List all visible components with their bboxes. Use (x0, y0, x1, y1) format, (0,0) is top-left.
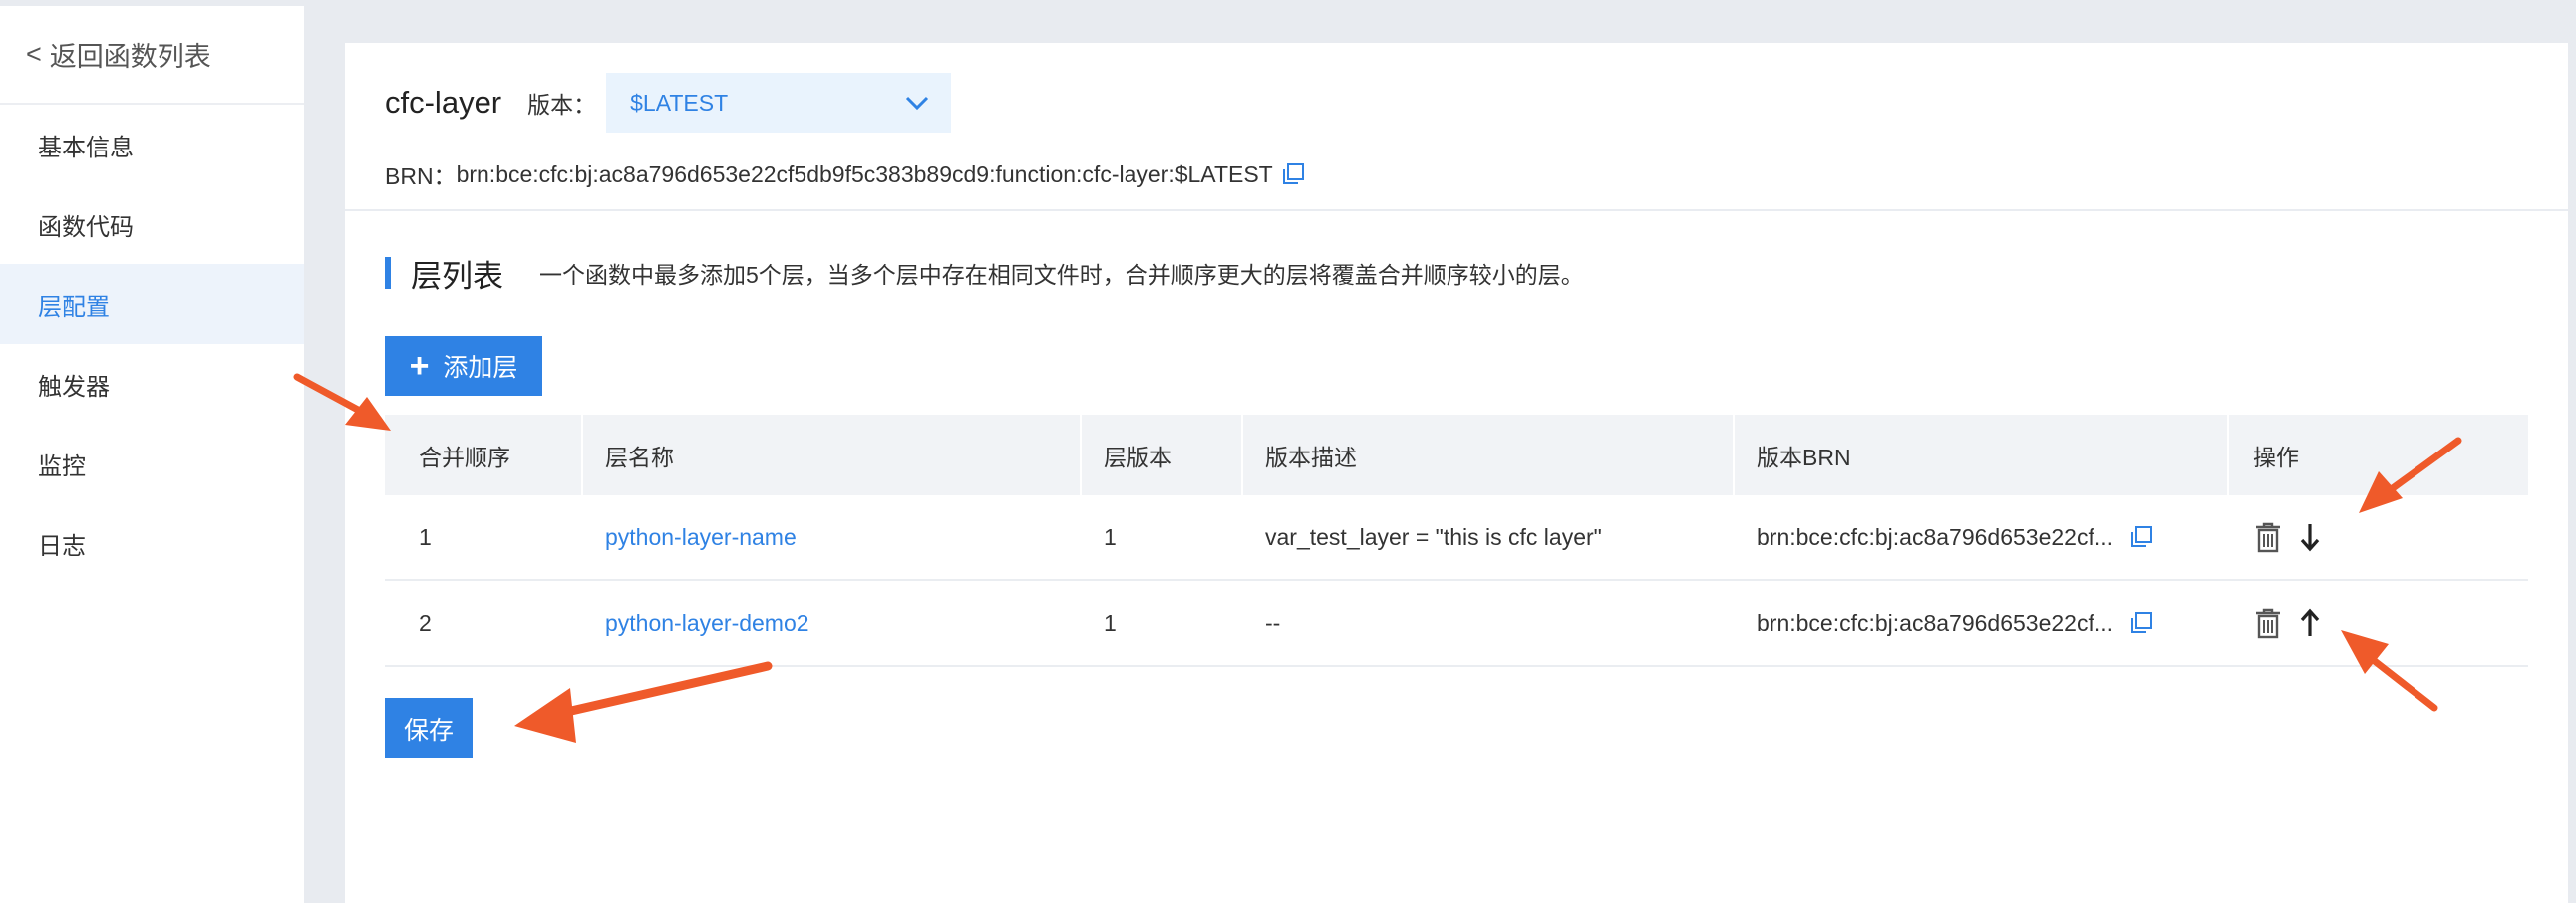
brn-text: brn:bce:cfc:bj:ac8a796d653e22cf... (1757, 609, 2114, 636)
sidebar-item-label: 基本信息 (38, 134, 134, 161)
sidebar-item-label: 触发器 (38, 373, 110, 401)
sidebar-item-logs[interactable]: 日志 (0, 503, 304, 583)
copy-icon[interactable] (2129, 525, 2153, 549)
copy-icon[interactable] (1281, 162, 1305, 186)
sidebar-item-triggers[interactable]: 触发器 (0, 344, 304, 424)
column-header-version: 层版本 (1082, 415, 1243, 495)
sidebar-item-layer-config[interactable]: 层配置 (0, 264, 304, 344)
cell-name: python-layer-name (583, 495, 1082, 579)
section-title: 层列表 (411, 258, 503, 294)
layer-name-link[interactable]: python-layer-name (605, 524, 797, 551)
cell-actions (2229, 581, 2528, 665)
sidebar: < 返回函数列表 基本信息 函数代码 层配置 触发器 监控 日志 (0, 6, 304, 903)
arrow-up-icon[interactable] (2299, 608, 2321, 638)
header-divider (345, 209, 2568, 211)
brn-value: brn:bce:cfc:bj:ac8a796d653e22cf5db9f5c38… (456, 160, 1273, 187)
cell-description: var_test_layer = "this is cfc layer" (1265, 523, 1602, 550)
trash-icon[interactable] (2253, 521, 2283, 553)
version-select[interactable]: $LATEST (606, 73, 952, 133)
main-panel: cfc-layer 版本： $LATEST BRN： brn:bce:cfc:b… (345, 43, 2568, 903)
section-description: 一个函数中最多添加5个层，当多个层中存在相同文件时，合并顺序更大的层将覆盖合并顺… (539, 262, 1584, 288)
cell-version: 1 (1104, 609, 1117, 636)
plus-icon: + (409, 347, 430, 385)
arrow-down-icon[interactable] (2299, 522, 2321, 552)
back-chevron-icon: < (26, 39, 42, 69)
cell-brn: brn:bce:cfc:bj:ac8a796d653e22cf... (1735, 495, 2229, 579)
trash-icon[interactable] (2253, 607, 2283, 639)
cell-brn: brn:bce:cfc:bj:ac8a796d653e22cf... (1735, 581, 2229, 665)
function-header: cfc-layer 版本： $LATEST (385, 73, 952, 133)
cell-order: 1 (419, 523, 432, 550)
cell-name: python-layer-demo2 (583, 581, 1082, 665)
save-button[interactable]: 保存 (385, 698, 473, 758)
function-name: cfc-layer (385, 85, 502, 120)
table-row: 2 python-layer-demo2 1 -- brn:bce:cfc:bj… (385, 581, 2528, 667)
sidebar-item-label: 监控 (38, 452, 86, 480)
cell-version: 1 (1104, 523, 1117, 550)
back-to-function-list-link[interactable]: < 返回函数列表 (0, 6, 304, 105)
section-accent-bar (385, 257, 391, 289)
cell-description: -- (1265, 609, 1281, 636)
chevron-down-icon (905, 90, 929, 117)
sidebar-item-function-code[interactable]: 函数代码 (0, 184, 304, 264)
table-row: 1 python-layer-name 1 var_test_layer = "… (385, 495, 2528, 581)
sidebar-item-monitoring[interactable]: 监控 (0, 424, 304, 503)
column-header-actions: 操作 (2253, 444, 2299, 470)
sidebar-item-label: 日志 (38, 532, 86, 560)
layer-table: 合并顺序 层名称 层版本 版本描述 版本BRN 操作 1 python-laye… (385, 415, 2528, 667)
function-brn: BRN： brn:bce:cfc:bj:ac8a796d653e22cf5db9… (385, 154, 1305, 194)
cell-actions (2229, 495, 2528, 579)
copy-icon[interactable] (2129, 611, 2153, 635)
version-label: 版本： (527, 92, 597, 118)
back-link-label: 返回函数列表 (49, 42, 211, 72)
sidebar-item-label: 层配置 (38, 293, 110, 321)
column-header-name: 层名称 (583, 415, 1082, 495)
add-layer-button[interactable]: + 添加层 (385, 336, 542, 396)
brn-text: brn:bce:cfc:bj:ac8a796d653e22cf... (1757, 523, 2114, 550)
layer-list-section-header: 层列表 一个函数中最多添加5个层，当多个层中存在相同文件时，合并顺序更大的层将覆… (385, 252, 1584, 294)
column-header-description: 版本描述 (1243, 415, 1735, 495)
table-header: 合并顺序 层名称 层版本 版本描述 版本BRN 操作 (385, 415, 2528, 495)
sidebar-item-basic-info[interactable]: 基本信息 (0, 105, 304, 184)
column-header-order: 合并顺序 (385, 415, 583, 495)
cell-order: 2 (419, 609, 432, 636)
sidebar-item-label: 函数代码 (38, 213, 134, 241)
layer-name-link[interactable]: python-layer-demo2 (605, 610, 809, 637)
version-select-value: $LATEST (630, 89, 729, 116)
column-header-brn: 版本BRN (1735, 415, 2229, 495)
add-layer-label: 添加层 (443, 354, 518, 382)
brn-label: BRN： (385, 163, 457, 189)
